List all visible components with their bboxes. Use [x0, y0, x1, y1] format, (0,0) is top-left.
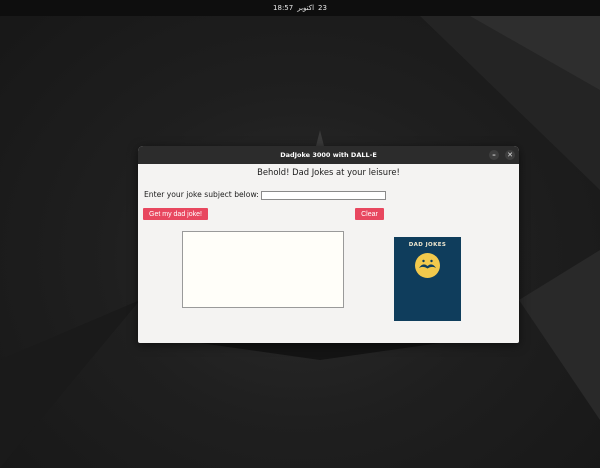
clear-button[interactable]: Clear — [355, 208, 384, 220]
minimize-button[interactable]: – — [489, 150, 499, 160]
mustache-face-icon — [415, 253, 440, 278]
book-title: DAD JOKES — [408, 242, 447, 248]
generated-image: DAD JOKES — [394, 237, 461, 321]
window-titlebar[interactable]: DadJoke 3000 with DALL-E – ✕ — [138, 146, 519, 164]
clock-date-month: اكتوبر — [297, 4, 315, 12]
joke-output-area[interactable] — [182, 231, 344, 308]
close-button[interactable]: ✕ — [505, 150, 515, 160]
clock-date-day: 23 — [318, 4, 327, 12]
app-window: DadJoke 3000 with DALL-E – ✕ Behold! Dad… — [138, 146, 519, 343]
window-controls: – ✕ — [489, 150, 515, 160]
subject-label: Enter your joke subject below: — [144, 190, 259, 199]
clock-time: 18:57 — [273, 4, 294, 12]
top-panel: 23 اكتوبر 18:57 — [0, 0, 600, 16]
get-joke-button[interactable]: Get my dad joke! — [143, 208, 208, 220]
clock[interactable]: 23 اكتوبر 18:57 — [273, 4, 327, 12]
joke-subject-input[interactable] — [261, 191, 386, 200]
window-title: DadJoke 3000 with DALL-E — [280, 151, 377, 159]
app-heading: Behold! Dad Jokes at your leisure! — [257, 167, 400, 177]
window-content: Behold! Dad Jokes at your leisure! Enter… — [138, 164, 519, 343]
